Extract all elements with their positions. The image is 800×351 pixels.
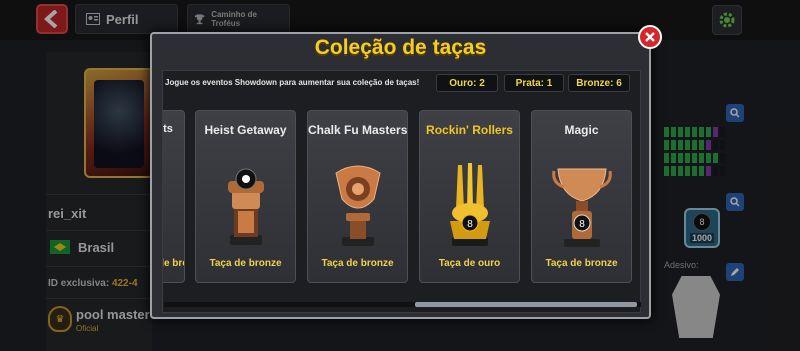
- bronze-cup-trophy-icon: [335, 165, 381, 246]
- card-title: Chalk Fu Masters: [308, 123, 408, 137]
- scrollbar-thumb[interactable]: [415, 302, 637, 307]
- trophy-card-rockin-rollers[interactable]: Rockin' Rollers 8 Taça de ouro: [419, 110, 520, 283]
- svg-text:8: 8: [579, 219, 585, 230]
- silver-count: Prata: 1: [504, 74, 564, 92]
- gold-count: Ouro: 2: [436, 74, 498, 92]
- svg-text:8: 8: [467, 219, 473, 230]
- card-subtitle: Taça de bronze: [163, 258, 184, 269]
- card-title: Rockin' Rollers: [426, 123, 513, 137]
- bronze-magic-cup-trophy-icon: 8: [552, 168, 612, 247]
- trophy-card-chalk-fu-masters[interactable]: Chalk Fu Masters Taça de bronze: [307, 110, 408, 283]
- bronze-count: Bronze: 6: [568, 74, 630, 92]
- modal-title: Coleção de taças: [314, 36, 487, 59]
- card-subtitle: Taça de bronze: [545, 258, 618, 269]
- close-button[interactable]: [638, 25, 662, 49]
- card-subtitle: Taça de bronze: [209, 258, 282, 269]
- trophy-card-partial[interactable]: sts Taça de bronze: [163, 110, 185, 283]
- trophy-card-heist-getaway[interactable]: Heist Getaway Taça de bronze: [195, 110, 296, 283]
- card-title: Heist Getaway: [204, 123, 287, 137]
- intro-text: Jogue os eventos Showdown para aumentar …: [165, 78, 420, 87]
- card-subtitle: Taça de ouro: [438, 258, 501, 269]
- trophy-card-magic[interactable]: Magic 8 Taça de bronze: [531, 110, 632, 283]
- game-screen: Perfil Caminho de Troféus rei_xit Brasil…: [0, 0, 800, 351]
- card-title: Magic: [564, 123, 599, 137]
- close-icon: [645, 32, 655, 42]
- card-title: sts: [163, 123, 173, 135]
- card-subtitle: Taça de bronze: [321, 258, 394, 269]
- gold-guitar-trophy-icon: 8: [450, 163, 490, 246]
- bronze-tower-trophy-icon: [228, 168, 264, 245]
- trophy-collection-modal: Coleção de taças Jogue os eventos Showdo…: [150, 32, 651, 319]
